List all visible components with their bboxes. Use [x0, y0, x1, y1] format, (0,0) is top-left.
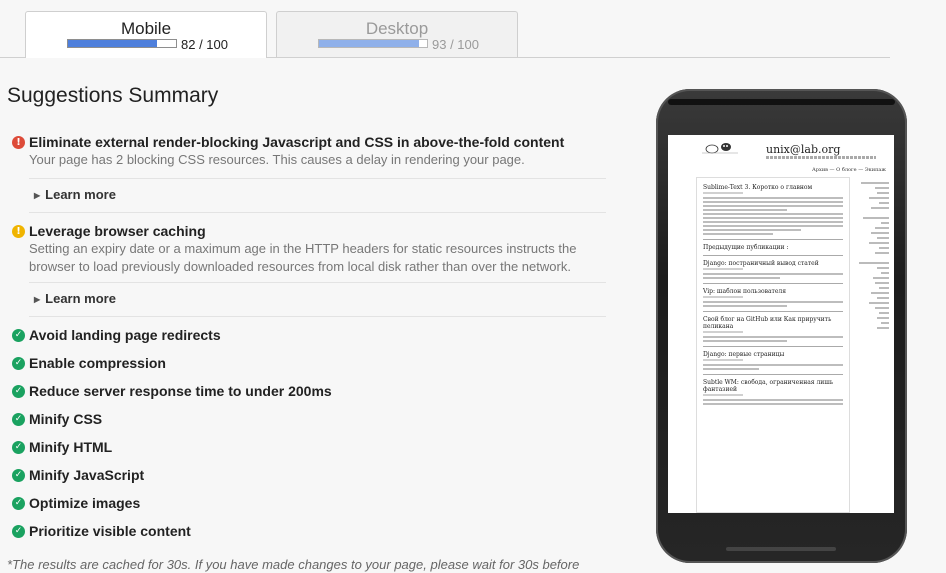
- mobile-score-bar: [67, 39, 177, 48]
- warning-icon: !: [12, 224, 25, 238]
- rule-title: Minify HTML: [29, 439, 113, 455]
- mobile-preview-phone: unix@lab.org Архив — О блоге — Экипаж Su…: [656, 89, 907, 563]
- device-tabs: Mobile 82 / 100 Desktop 93 / 100: [0, 0, 946, 58]
- check-icon: ✓: [12, 412, 25, 426]
- tab-mobile-label: Mobile: [120, 19, 172, 38]
- preview-content: Sublime-Text 3. Коротко о главном Предыд…: [696, 177, 850, 513]
- rule-title: Leverage browser caching: [29, 223, 206, 239]
- tab-desktop[interactable]: Desktop 93 / 100: [276, 11, 518, 57]
- site-name: unix@lab.org: [766, 143, 841, 156]
- post-title: Предыдущие публикации :: [703, 244, 789, 251]
- rule-browser-caching: ! Leverage browser caching: [12, 223, 206, 239]
- expand-arrow-icon: ▶: [34, 191, 41, 200]
- divider: [29, 282, 606, 283]
- passed-rule: ✓ Optimize images: [12, 495, 140, 511]
- desktop-score-bar-fill: [319, 40, 420, 47]
- rule-title: Enable compression: [29, 355, 166, 371]
- rule-render-blocking: ! Eliminate external render-blocking Jav…: [12, 134, 564, 150]
- passed-rule: ✓ Reduce server response time to under 2…: [12, 383, 332, 399]
- tab-mobile[interactable]: Mobile 82 / 100: [25, 11, 267, 58]
- post-title: Django: первые страницы: [703, 351, 785, 358]
- post-title: Subtle WM: свобода, ограниченная лишь фа…: [703, 379, 834, 393]
- passed-rule: ✓ Enable compression: [12, 355, 166, 371]
- divider: [29, 316, 606, 317]
- post-title: Sublime-Text 3. Коротко о главном: [703, 184, 813, 191]
- phone-speaker: [668, 99, 895, 105]
- site-tagline: [766, 156, 876, 159]
- site-logo: [702, 143, 738, 154]
- passed-rule: ✓ Prioritize visible content: [12, 523, 191, 539]
- passed-rule: ✓ Avoid landing page redirects: [12, 327, 221, 343]
- passed-rule: ✓ Minify HTML: [12, 439, 112, 455]
- expand-arrow-icon: ▶: [34, 295, 41, 304]
- rule-title: Avoid landing page redirects: [29, 327, 221, 343]
- check-icon: ✓: [12, 524, 25, 538]
- check-icon: ✓: [12, 440, 25, 454]
- rule-description: Your page has 2 blocking CSS resources. …: [29, 152, 525, 167]
- rule-title: Minify JavaScript: [29, 467, 145, 483]
- check-icon: ✓: [12, 384, 25, 398]
- rule-title: Prioritize visible content: [29, 523, 191, 539]
- check-icon: ✓: [12, 356, 25, 370]
- phone-bottom-bezel: [726, 547, 836, 551]
- learn-more-label: Learn more: [45, 291, 116, 306]
- learn-more-link[interactable]: ▶ Learn more: [34, 291, 116, 306]
- tab-desktop-label: Desktop: [365, 19, 429, 38]
- check-icon: ✓: [12, 328, 25, 342]
- preview-screen: unix@lab.org Архив — О блоге — Экипаж Su…: [668, 135, 894, 513]
- mobile-score-bar-fill: [68, 40, 157, 47]
- rule-title: Reduce server response time to under 200…: [29, 383, 332, 399]
- error-icon: !: [12, 135, 25, 149]
- check-icon: ✓: [12, 496, 25, 510]
- passed-rule: ✓ Minify JavaScript: [12, 467, 144, 483]
- divider: [29, 178, 606, 179]
- post-title: Django: постраничный вывод статей: [703, 260, 819, 267]
- suggestions-summary-title: Suggestions Summary: [7, 84, 219, 107]
- post-title: Свой блог на GitHub или Как приручить пе…: [703, 316, 832, 330]
- site-nav: Архив — О блоге — Экипаж: [812, 167, 886, 173]
- rule-title: Optimize images: [29, 495, 141, 511]
- desktop-score-bar: [318, 39, 428, 48]
- cache-footnote: *The results are cached for 30s. If you …: [7, 557, 580, 572]
- rule-title: Eliminate external render-blocking Javas…: [29, 134, 565, 150]
- divider: [29, 212, 606, 213]
- passed-rule: ✓ Minify CSS: [12, 411, 102, 427]
- learn-more-link[interactable]: ▶ Learn more: [34, 187, 116, 202]
- check-icon: ✓: [12, 468, 25, 482]
- learn-more-label: Learn more: [45, 187, 116, 202]
- rule-description: Setting an expiry date or a maximum age …: [29, 241, 577, 274]
- preview-sidebar: [855, 179, 889, 329]
- rule-title: Minify CSS: [29, 411, 103, 427]
- mobile-score: 82 / 100: [181, 37, 228, 52]
- desktop-score: 93 / 100: [432, 37, 479, 52]
- post-title: Vip: шаблон пользователя: [703, 288, 787, 295]
